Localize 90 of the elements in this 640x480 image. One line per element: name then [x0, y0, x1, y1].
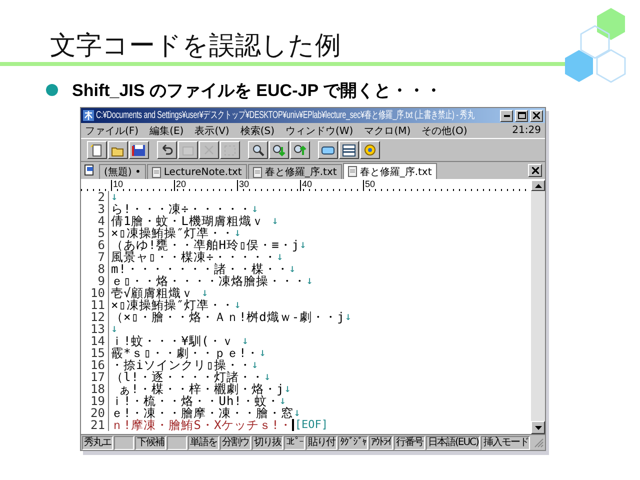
- text-line: （l!・逐・・・・灯諸・・: [111, 371, 264, 383]
- window-title: C:¥Documents and Settings¥user¥デスクトップ¥DESKTOP¥univ¥EPlab¥lecture_sec¥春と修羅_序.txt (上書き禁止) - 秀丸: [96, 109, 474, 122]
- status-panel[interactable]: 分割ウ: [220, 436, 251, 450]
- tab[interactable]: 春と修羅_序.txt: [248, 164, 342, 179]
- line-number: 9: [81, 275, 109, 287]
- menu-item[interactable]: 検索(S): [240, 124, 274, 138]
- menu-item[interactable]: マクロ(M): [364, 124, 411, 138]
- status-panel[interactable]: 下候補: [135, 436, 166, 450]
- text-line: 倩1膾・蚊・L機瑚膚粗熾ｖ: [111, 215, 265, 227]
- text-line: ｉ!蚊・・・¥馴(・ｖ: [111, 335, 236, 347]
- line-number: 20: [81, 407, 109, 419]
- text-line: ×▯凍操鮪操″灯凖・・: [111, 299, 234, 311]
- text-line: ×▯凍操鮪操″灯凖・・: [111, 227, 234, 239]
- menu-item[interactable]: ウィンドウ(W): [286, 124, 354, 138]
- text-line: 霰*ｓ▯・・劇・・ｐｅ!・: [111, 347, 260, 359]
- newline-mark: ↓: [294, 407, 300, 419]
- line-number: 17: [81, 371, 109, 383]
- line-number: 13: [81, 323, 109, 335]
- menu-item[interactable]: ファイル(F): [85, 124, 139, 138]
- newline-mark: ↓: [264, 371, 271, 383]
- status-panel[interactable]: 切り抜: [252, 436, 283, 450]
- line-number: 3: [81, 203, 109, 215]
- text-line: （×▯・膾・・烙・Ａｎ!桝d熾ｗ-劇・・j: [111, 311, 345, 323]
- line-number: 4: [81, 215, 109, 227]
- text-line: 壱√顧膚粗熾ｖ: [111, 287, 194, 299]
- newline-mark: ↓: [111, 323, 118, 335]
- line-number: 16: [81, 359, 109, 371]
- status-panel[interactable]: 貼り付: [306, 436, 337, 450]
- status-panel[interactable]: ｱｳﾄﾗｲ: [369, 436, 393, 450]
- clock: 21:29: [512, 125, 541, 136]
- text-line: ・捺iソインクリ▯操・・: [111, 359, 252, 371]
- text-line: 風景ャ▯・・楳凍÷・・・・・: [111, 251, 276, 263]
- status-panel[interactable]: 秀丸エ: [82, 436, 113, 450]
- ruler-number: 50: [364, 180, 376, 189]
- status-panel[interactable]: 単語を: [188, 436, 219, 450]
- ruler-number: 30: [238, 180, 250, 189]
- text-line: ぁ!・楳・・梓・欟劇・烙・j: [118, 383, 284, 395]
- line-number: 8: [81, 263, 109, 275]
- line-number: 15: [81, 347, 109, 359]
- status-panel[interactable]: 行番号: [394, 436, 425, 450]
- newline-mark: ↓: [284, 383, 291, 395]
- line-number: 19: [81, 395, 109, 407]
- newline-mark: ↓: [201, 287, 208, 299]
- newline-mark: ↓: [259, 347, 266, 359]
- menu-item[interactable]: 表示(V): [194, 124, 230, 138]
- text-line: m!・・・・・・・諸・・楳・・: [111, 263, 289, 275]
- newline-mark: ↓: [300, 239, 306, 251]
- newline-mark: ↓: [272, 215, 278, 227]
- text-line: （あゆ!甕・・凖舶H玲▯俣・≡・j: [111, 239, 300, 251]
- tab[interactable]: (無題) •: [99, 164, 146, 179]
- ruler-number: 40: [301, 180, 314, 189]
- line-number: 10: [81, 287, 109, 299]
- line-number: 6: [81, 239, 109, 251]
- newline-mark: ↓: [276, 251, 284, 263]
- status-panel[interactable]: ｺﾋﾟｰ: [284, 436, 305, 450]
- status-panel[interactable]: 日本語(EUC): [426, 436, 480, 450]
- slide-title: 文字コードを誤認した例: [49, 30, 341, 62]
- newline-mark: ↓: [242, 335, 249, 347]
- status-panel[interactable]: ﾀｸﾞｼﾞｬ: [338, 436, 368, 450]
- text-line: ｅ!・凍・・膾摩・凍・・膾・窓: [111, 407, 294, 419]
- menu-item[interactable]: その他(O): [422, 124, 468, 138]
- newline-mark: ↓: [306, 275, 313, 287]
- text-line: ら!・・・凍÷・・・・・: [111, 203, 252, 215]
- newline-mark: ↓: [279, 395, 286, 407]
- text-line: ｅ▯・・烙・・・・凍烙膾操・・・: [111, 275, 306, 287]
- ruler-number: 10: [112, 180, 124, 189]
- newline-mark: ↓: [251, 203, 258, 215]
- line-number: 7: [81, 251, 109, 263]
- tab[interactable]: 春と修羅_序.txt: [342, 163, 437, 179]
- eof-mark: [EOF]: [294, 419, 328, 431]
- line-number: 12: [81, 311, 109, 323]
- newline-mark: ↓: [234, 299, 241, 311]
- newline-mark: ↓: [234, 227, 241, 239]
- text-line: ｉ!・梳・・烙・・Uh!・蚊・: [111, 395, 280, 407]
- line-number: 2: [81, 191, 109, 203]
- line-number: 14: [81, 335, 109, 347]
- text-line: ｎ!摩凍・膾鮪S・Xケッチｓ!・: [111, 419, 292, 431]
- newline-mark: ↓: [251, 359, 258, 371]
- line-number: 18: [81, 383, 109, 395]
- line-number: 21: [81, 419, 109, 431]
- bullet-text: Shift_JIS のファイルを EUC-JP で開くと・・・: [72, 80, 442, 102]
- newline-mark: ↓: [111, 191, 118, 203]
- tab[interactable]: LectureNote.txt: [146, 164, 247, 179]
- ruler-number: 20: [175, 180, 188, 189]
- status-panel[interactable]: 挿入モード: [481, 436, 530, 450]
- line-number: 11: [81, 299, 109, 311]
- menu-item[interactable]: 編集(E): [150, 124, 184, 138]
- newline-mark: ↓: [288, 263, 296, 275]
- newline-mark: ↓: [344, 311, 352, 323]
- line-number: 5: [81, 227, 109, 239]
